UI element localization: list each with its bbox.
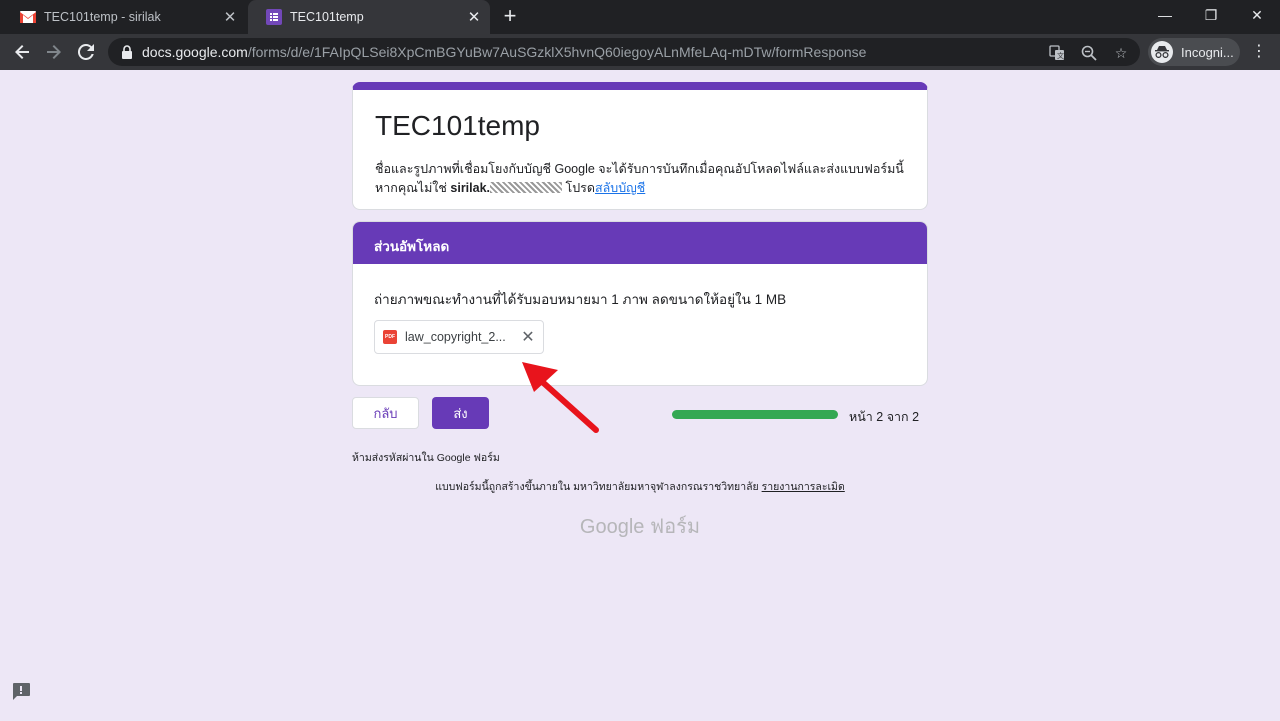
svg-text:文: 文 (1057, 51, 1064, 60)
forward-arrow-icon[interactable] (40, 38, 68, 66)
minimize-icon[interactable]: — (1142, 0, 1188, 30)
browser-menu-icon[interactable]: ⋮ (1250, 42, 1268, 62)
browser-toolbar: docs.google.com/forms/d/e/1FAIpQLSei8XpC… (0, 34, 1280, 70)
report-abuse-link[interactable]: รายงานการละเมิด (762, 481, 845, 493)
close-tab-icon[interactable]: ✕ (220, 7, 240, 27)
gmail-icon (20, 9, 36, 25)
footer-org-text: แบบฟอร์มนี้ถูกสร้างขึ้นภายใน มหาวิทยาลัย… (435, 481, 759, 493)
no-password-note: ห้ามส่งรหัสผ่านใน Google ฟอร์ม (352, 452, 500, 464)
desc-mid: โปรด (565, 181, 595, 195)
close-window-icon[interactable]: ✕ (1234, 0, 1280, 30)
question-title: ถ่ายภาพขณะทำงานที่ได้รับมอบหมายมา 1 ภาพ … (374, 292, 787, 307)
lock-icon (122, 45, 132, 59)
tab-title: TEC101temp - sirilak (44, 10, 161, 24)
progress-bar (672, 410, 838, 419)
back-arrow-icon[interactable] (8, 38, 36, 66)
desc-line-1: ชื่อและรูปภาพที่เชื่อมโยงกับบัญชี Google… (375, 162, 904, 176)
tab-forms[interactable]: TEC101temp ✕ (248, 0, 490, 34)
form-title: TEC101temp (375, 110, 540, 141)
redacted-email (490, 182, 563, 193)
switch-account-link[interactable]: สลับบัญชี (595, 181, 645, 195)
account-email: sirilak. (450, 181, 491, 195)
zoom-icon[interactable] (1080, 44, 1098, 62)
translate-icon[interactable]: 文 (1048, 44, 1066, 62)
upload-section-card: ส่วนอัพโหลด ถ่ายภาพขณะทำงานที่ได้รับมอบห… (352, 221, 928, 386)
address-bar[interactable]: docs.google.com/forms/d/e/1FAIpQLSei8XpC… (108, 38, 1140, 66)
tab-title: TEC101temp (290, 10, 364, 24)
section-title: ส่วนอัพโหลด (353, 222, 927, 264)
desc-prefix: หากคุณไม่ใช่ (375, 181, 447, 195)
bookmark-star-icon[interactable]: ☆ (1112, 44, 1130, 62)
restore-icon[interactable]: ❐ (1188, 0, 1234, 30)
progress-text: หน้า 2 จาก 2 (849, 410, 920, 424)
reload-icon[interactable] (72, 38, 100, 66)
url-host: docs.google.com (142, 44, 248, 60)
tab-gmail[interactable]: TEC101temp - sirilak ✕ (2, 0, 246, 34)
new-tab-icon[interactable]: + (498, 5, 522, 29)
google-forms-icon (266, 9, 282, 25)
url-text: docs.google.com/forms/d/e/1FAIpQLSei8XpC… (142, 44, 866, 60)
google-forms-logo[interactable]: Google ฟอร์ม (0, 510, 1280, 542)
progress-fill (672, 410, 838, 419)
file-name: law_copyright_2... (405, 330, 506, 344)
remove-file-icon[interactable]: ✕ (517, 326, 539, 348)
incognito-icon (1151, 41, 1173, 63)
red-arrow-annotation (522, 362, 599, 433)
uploaded-file-chip[interactable]: PDF law_copyright_2... ✕ (374, 320, 544, 354)
feedback-icon[interactable] (11, 682, 31, 700)
url-path: /forms/d/e/1FAIpQLSei8XpCmBGYuBw7AuSGzkl… (247, 44, 867, 60)
profile-label: Incogni... (1181, 44, 1234, 60)
tab-strip: TEC101temp - sirilak ✕ TEC101temp ✕ + — … (0, 0, 1280, 34)
footer-note: แบบฟอร์มนี้ถูกสร้างขึ้นภายใน มหาวิทยาลัย… (0, 478, 1280, 495)
form-header-card: TEC101temp ชื่อและรูปภาพที่เชื่อมโยงกับบ… (352, 82, 928, 210)
pdf-file-icon: PDF (383, 330, 397, 344)
incognito-profile-button[interactable]: Incogni... (1148, 38, 1240, 66)
close-tab-icon[interactable]: ✕ (464, 7, 484, 27)
back-button[interactable]: กลับ (352, 397, 419, 429)
submit-button[interactable]: ส่ง (432, 397, 489, 429)
form-description: ชื่อและรูปภาพที่เชื่อมโยงกับบัญชี Google… (375, 160, 915, 198)
